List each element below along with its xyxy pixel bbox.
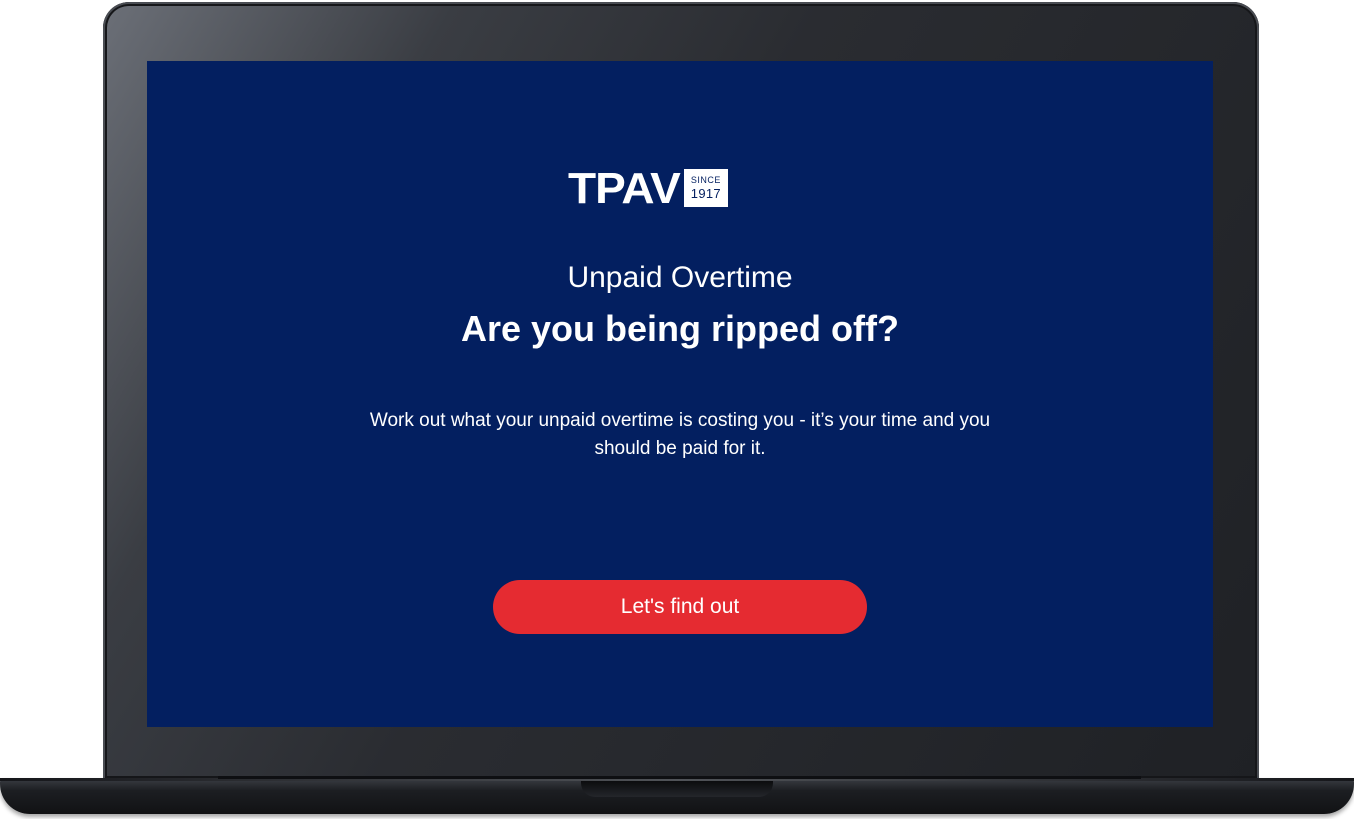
laptop-notch [581, 781, 773, 797]
laptop-hinge [218, 776, 1141, 779]
logo-year: 1917 [690, 186, 721, 201]
logo-wordmark: TPAV [568, 163, 681, 213]
lets-find-out-button[interactable]: Let's find out [493, 580, 867, 634]
logo-since-badge: SINCE 1917 [683, 169, 728, 207]
app-screen: TPAV SINCE 1917 Unpaid Overtime Are you … [147, 61, 1213, 727]
tpav-logo: TPAV SINCE 1917 [568, 163, 728, 213]
page-description: Work out what your unpaid overtime is co… [369, 410, 991, 459]
page-subtitle: Unpaid Overtime [567, 261, 793, 294]
logo-since-label: SINCE [690, 175, 721, 185]
laptop-mockup: TPAV SINCE 1917 Unpaid Overtime Are you … [0, 0, 1354, 819]
page-title: Are you being ripped off? [461, 308, 899, 349]
